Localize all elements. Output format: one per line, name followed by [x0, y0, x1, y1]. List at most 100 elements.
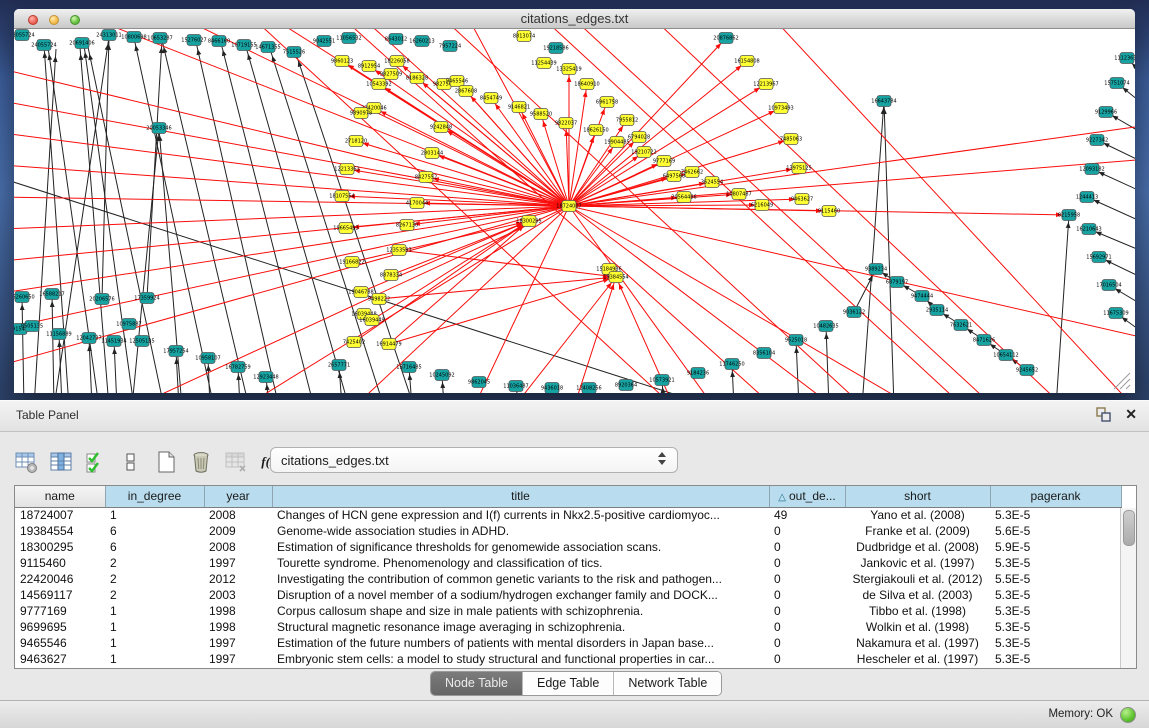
citation-edge-black[interactable] [132, 128, 159, 393]
citation-edge-red[interactable] [134, 206, 569, 393]
graph-node-11123633[interactable]: 11123633 [1114, 53, 1135, 64]
graph-node-15751074[interactable]: 15751074 [1104, 78, 1129, 89]
citation-network-graph[interactable]: 2305572424055724206914062431301110800698… [14, 29, 1135, 393]
graph-node-10807487[interactable]: 10807487 [726, 189, 751, 200]
graph-node-9588520[interactable]: 9588520 [530, 109, 552, 120]
graph-node-9862045[interactable]: 9862045 [468, 377, 490, 388]
graph-node-11746250[interactable]: 11746250 [719, 359, 744, 370]
table-row[interactable]: 1872400712008Changes of HCN gene express… [15, 507, 1121, 523]
graph-node-7632621[interactable]: 7632621 [950, 320, 972, 331]
table-row[interactable]: 1938455462009Genome-wide association stu… [15, 523, 1121, 539]
graph-node-20564486[interactable]: 20564486 [671, 192, 696, 203]
citation-edge-red[interactable] [14, 206, 569, 329]
graph-node-17359924[interactable]: 17359924 [134, 293, 159, 304]
graph-node-16260213[interactable]: 16260213 [409, 36, 434, 47]
citation-edge-red[interactable] [457, 81, 569, 206]
graph-node-2935114[interactable]: 2935114 [926, 305, 948, 316]
citation-edge-red[interactable] [569, 152, 644, 206]
table-row[interactable]: 2242004622012Investigating the contribut… [15, 571, 1121, 587]
graph-node-10975887[interactable]: 10975887 [116, 319, 141, 330]
table-selector-dropdown[interactable]: citations_edges.txt [270, 447, 678, 473]
graph-node-9242848[interactable]: 9242848 [430, 122, 452, 133]
column-header-pagerank[interactable]: pagerank [990, 486, 1121, 507]
graph-node-8643012[interactable]: 8643012 [385, 34, 407, 45]
graph-node-17957254[interactable]: 17957254 [163, 346, 188, 357]
graph-node-8878334[interactable]: 8878334 [380, 270, 402, 281]
graph-node-16914479[interactable]: 16914479 [376, 339, 401, 350]
column-header-year[interactable]: year [204, 486, 272, 507]
graph-node-9245652[interactable]: 9245652 [1016, 365, 1038, 376]
citation-edge-black[interactable] [884, 101, 894, 393]
citation-edge-black[interactable] [147, 40, 162, 298]
graph-node-18640910[interactable]: 18640910 [574, 79, 599, 90]
graph-node-9146821[interactable]: 9146821 [508, 102, 530, 113]
graph-node-10958107[interactable]: 10958107 [195, 353, 220, 364]
row-height-icon[interactable] [119, 450, 143, 474]
citation-edge-black[interactable] [270, 49, 384, 393]
graph-node-11156889[interactable]: 11156889 [46, 329, 71, 340]
scrollbar-thumb[interactable] [1123, 510, 1135, 546]
graph-node-9389234[interactable]: 9389234 [865, 264, 887, 275]
graph-node-20876862[interactable]: 20876862 [713, 33, 738, 44]
citation-edge-black[interactable] [196, 42, 279, 393]
citation-edge-black[interactable] [44, 45, 69, 393]
graph-node-7485063[interactable]: 7485063 [780, 134, 802, 145]
graph-node-8466160[interactable]: 8466160 [208, 36, 230, 47]
graph-node-10654112[interactable]: 10654112 [993, 350, 1018, 361]
graph-node-16154808[interactable]: 16154808 [734, 56, 759, 67]
graph-node-2867608[interactable]: 2867608 [455, 86, 477, 97]
graph-node-8454749[interactable]: 8454749 [480, 93, 502, 104]
citation-edge-red[interactable] [347, 169, 569, 206]
graph-node-15276027[interactable]: 15276027 [181, 35, 206, 46]
column-header-in_degree[interactable]: in_degree [105, 486, 204, 507]
tab-edge-table[interactable]: Edge Table [523, 672, 614, 695]
graph-node-6961758[interactable]: 6961758 [596, 97, 618, 108]
window-titlebar[interactable]: citations_edges.txt [14, 9, 1135, 29]
graph-node-9036122[interactable]: 9036122 [843, 307, 865, 318]
graph-node-19166822[interactable]: 19166822 [339, 257, 364, 268]
table-scrollbar[interactable] [1120, 508, 1136, 668]
memory-ok-icon[interactable] [1120, 707, 1136, 723]
citation-edge-black[interactable] [1056, 215, 1069, 393]
graph-node-9822037[interactable]: 9822037 [555, 118, 577, 129]
graph-node-11036487[interactable]: 11036487 [503, 381, 528, 392]
graph-node-6794028[interactable]: 6794028 [628, 132, 650, 143]
graph-node-8215958[interactable]: 8215958 [1058, 210, 1080, 221]
graph-node-9463627[interactable]: 9463627 [791, 194, 813, 205]
graph-node-20206576[interactable]: 20206576 [89, 294, 114, 305]
graph-node-14671355[interactable]: 14671355 [255, 42, 280, 53]
select-rows-icon[interactable] [84, 450, 108, 474]
graph-node-2718120[interactable]: 2718120 [345, 136, 367, 147]
graph-node-10245092[interactable]: 10245092 [429, 370, 454, 381]
table-settings-icon[interactable] [14, 450, 38, 474]
graph-node-15716485[interactable]: 15716485 [396, 362, 421, 373]
graph-node-25260650[interactable]: 25260650 [14, 292, 35, 303]
graph-node-9436018[interactable]: 9436018 [541, 383, 563, 394]
citation-edge-black[interactable] [862, 101, 884, 393]
graph-node-24055724[interactable]: 24055724 [31, 40, 56, 51]
graph-node-8471626[interactable]: 8471626 [973, 335, 995, 346]
graph-node-11056532[interactable]: 11056532 [336, 33, 361, 44]
close-panel-icon[interactable]: ✕ [1125, 407, 1137, 422]
graph-node-9625018[interactable]: 9625018 [785, 335, 807, 346]
graph-node-13325419[interactable]: 13325419 [556, 64, 581, 75]
table-row[interactable]: 969969511998Structural magnetic resonanc… [15, 619, 1121, 635]
graph-node-18107554[interactable]: 18107554 [329, 191, 354, 202]
float-panel-icon[interactable] [1096, 407, 1111, 422]
new-table-icon[interactable] [154, 450, 178, 474]
graph-node-9184236[interactable]: 9184236 [687, 368, 709, 379]
column-header-out_de[interactable]: △out_de... [769, 486, 845, 507]
graph-node-9827509[interactable]: 9827509 [380, 69, 402, 80]
graph-node-12042737[interactable]: 12042737 [76, 333, 101, 344]
tab-node-table[interactable]: Node Table [431, 672, 523, 695]
graph-node-11675309[interactable]: 11675309 [1103, 308, 1128, 319]
table-row[interactable]: 946362711997Embryonic stem cells: a mode… [15, 651, 1121, 667]
graph-node-12923448[interactable]: 12923448 [253, 372, 278, 383]
graph-node-24313011[interactable]: 24313011 [96, 30, 121, 41]
delete-rows-icon[interactable] [189, 450, 213, 474]
table-row[interactable]: 977716911998Corpus callosum shape and si… [15, 603, 1121, 619]
graph-node-10573921[interactable]: 10573921 [649, 375, 674, 386]
table-header-row[interactable]: namein_degreeyeartitle△out_de...shortpag… [15, 486, 1121, 507]
graph-node-19218586[interactable]: 19218586 [543, 43, 568, 54]
graph-node-2657771[interactable]: 2657771 [328, 360, 350, 371]
